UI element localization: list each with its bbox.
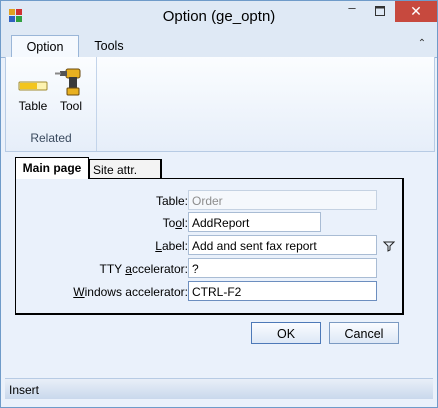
tty-accelerator-row: TTY accelerator: ?: [16, 258, 402, 280]
tab-site-attr[interactable]: Site attr.: [89, 159, 162, 180]
windows-accelerator-field[interactable]: CTRL-F2: [188, 281, 377, 301]
tab-main-page[interactable]: Main page: [15, 157, 89, 179]
label-label-post: abel:: [161, 239, 188, 253]
title-bar[interactable]: Option (ge_optn) – ✕: [1, 1, 437, 31]
table-field: Order: [188, 190, 377, 210]
ribbon-tab-tools[interactable]: Tools: [83, 35, 135, 57]
ribbon-group-label: Related: [30, 131, 72, 145]
status-text: Insert: [9, 383, 40, 397]
ribbon-tab-bar: Option Tools: [1, 31, 437, 59]
windows-label-post: indows accelerator:: [84, 285, 188, 299]
maximize-button[interactable]: [367, 1, 393, 22]
table-row: Table: Order: [16, 190, 402, 212]
windows-accelerator-row: Windows accelerator: CTRL-F2: [16, 281, 402, 303]
tool-row: Tool: AddReport: [16, 212, 402, 234]
minimize-button[interactable]: –: [339, 1, 365, 22]
label-row: Label: Add and sent fax report: [16, 235, 402, 257]
tty-accelerator-label: TTY accelerator:: [100, 262, 189, 276]
filter-icon[interactable]: [383, 240, 395, 252]
option-window: Option (ge_optn) – ✕ Option Tools ⌃ Tabl…: [0, 0, 438, 408]
table-icon: [18, 81, 48, 91]
table-label: Table:: [156, 194, 188, 208]
table-button-label: Table: [18, 99, 48, 113]
drill-icon: [55, 68, 81, 96]
table-button[interactable]: Table: [14, 63, 52, 117]
close-button[interactable]: ✕: [395, 1, 437, 22]
ribbon-tab-option[interactable]: Option: [11, 35, 79, 59]
ribbon-panel: Table Tool Related: [5, 57, 435, 152]
cancel-button[interactable]: Cancel: [329, 322, 399, 344]
tty-accelerator-field[interactable]: ?: [188, 258, 377, 278]
windows-accelerator-label: Windows accelerator:: [73, 285, 188, 299]
page-tabs: Main page Site attr.: [15, 157, 165, 180]
tool-label: Tool:: [163, 216, 188, 230]
tool-button-label: Tool: [59, 99, 82, 113]
label-label: Label:: [155, 239, 188, 253]
table-label-text: Table:: [155, 194, 188, 208]
label-label-accel: L: [155, 239, 162, 253]
ribbon-group-related: Table Tool Related: [6, 57, 97, 151]
maximize-icon: [375, 6, 385, 16]
tool-field[interactable]: AddReport: [188, 212, 321, 232]
tool-label-pre: To: [162, 216, 176, 230]
ribbon-collapse-icon[interactable]: ⌃: [415, 37, 429, 51]
label-field[interactable]: Add and sent fax report: [188, 235, 377, 255]
status-bar: Insert: [5, 378, 433, 399]
tty-label-pre: TTY: [99, 262, 126, 276]
tool-label-accel: o: [175, 216, 182, 230]
main-page-panel: Table: Order Tool: AddReport Label: Add …: [15, 178, 404, 315]
tool-button[interactable]: Tool: [52, 63, 90, 117]
tty-label-post: ccelerator:: [131, 262, 188, 276]
tty-label-accel: a: [125, 262, 132, 276]
windows-label-accel: W: [73, 285, 85, 299]
ok-button[interactable]: OK: [251, 322, 321, 344]
